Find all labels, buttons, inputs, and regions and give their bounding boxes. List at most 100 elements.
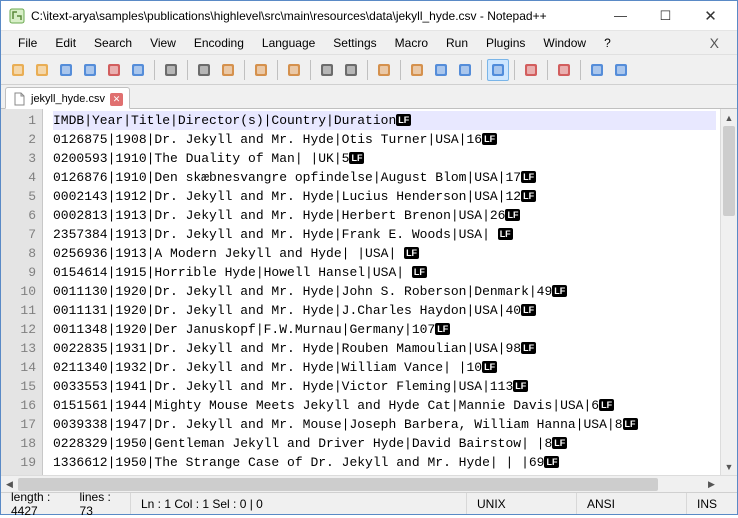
lf-marker: LF [521,304,536,316]
lf-marker: LF [412,266,427,278]
close-button[interactable]: ✕ [688,2,733,30]
close-icon2[interactable] [103,59,125,81]
window-controls: ― ☐ ✕ [598,2,733,30]
toolbar-separator [514,60,515,80]
toolbar-separator [277,60,278,80]
code-line[interactable]: 2357384|1913|Dr. Jekyll and Mr. Hyde|Fra… [53,225,716,244]
menu-macro[interactable]: Macro [386,33,437,53]
menu-run[interactable]: Run [437,33,477,53]
lf-marker: LF [552,437,567,449]
title-bar: C:\itext-arya\samples\publications\highl… [1,1,737,31]
status-overwrite: INS [687,493,737,514]
scroll-corner [720,476,737,493]
code-line[interactable]: 0022835|1931|Dr. Jekyll and Mr. Hyde|Rou… [53,339,716,358]
indent-guide-icon[interactable] [487,59,509,81]
menu-help[interactable]: ? [595,33,620,53]
menu-settings[interactable]: Settings [324,33,385,53]
lf-marker: LF [521,190,536,202]
code-line[interactable]: 0039338|1947|Dr. Jekyll and Mr. Mouse|Jo… [53,415,716,434]
code-line[interactable]: 0211340|1932|Dr. Jekyll and Mr. Hyde|Wil… [53,358,716,377]
status-eol: UNIX [467,493,577,514]
app-icon [9,8,25,24]
open-icon[interactable] [31,59,53,81]
window-title: C:\itext-arya\samples\publications\highl… [31,9,598,23]
lf-marker: LF [623,418,638,430]
code-line[interactable]: 0126875|1908|Dr. Jekyll and Mr. Hyde|Oti… [53,130,716,149]
menu-view[interactable]: View [141,33,185,53]
code-line[interactable]: 0033553|1941|Dr. Jekyll and Mr. Hyde|Vic… [53,377,716,396]
spacer[interactable] [160,59,182,81]
toolbar-separator [310,60,311,80]
menu-encoding[interactable]: Encoding [185,33,253,53]
menu-close-doc[interactable]: X [700,32,729,54]
menu-file[interactable]: File [9,33,46,53]
toolbar-separator [154,60,155,80]
lf-marker: LF [482,361,497,373]
menu-plugins[interactable]: Plugins [477,33,534,53]
copy-icon[interactable] [193,59,215,81]
horizontal-scrollbar[interactable]: ◀ ▶ [1,475,737,492]
code-area[interactable]: IMDB|Year|Title|Director(s)|Country|Dura… [43,109,720,475]
scroll-right-icon[interactable]: ▶ [703,476,720,493]
lf-marker: LF [552,285,567,297]
code-line[interactable]: 1336612|1950|The Strange Case of Dr. Jek… [53,453,716,472]
code-line[interactable]: 0002143|1912|Dr. Jekyll and Mr. Hyde|Luc… [53,187,716,206]
hscroll-track[interactable] [18,478,703,491]
paste-icon[interactable] [217,59,239,81]
folder-icon[interactable] [553,59,575,81]
menu-language[interactable]: Language [253,33,324,53]
tab-bar: jekyll_hyde.csv ✕ [1,85,737,109]
menu-edit[interactable]: Edit [46,33,85,53]
save-all-icon[interactable] [79,59,101,81]
close-all-icon[interactable] [127,59,149,81]
toolbar-separator [547,60,548,80]
hscroll-thumb[interactable] [18,478,658,491]
play-icon[interactable] [610,59,632,81]
minimize-button[interactable]: ― [598,2,643,30]
doc-map-icon[interactable] [520,59,542,81]
zoom-out-icon[interactable] [373,59,395,81]
code-line[interactable]: 0228329|1950|Gentleman Jekyll and Driver… [53,434,716,453]
save-icon[interactable] [55,59,77,81]
code-line[interactable]: 0011131|1920|Dr. Jekyll and Mr. Hyde|J.C… [53,301,716,320]
spacer[interactable] [283,59,305,81]
undo-icon[interactable] [250,59,272,81]
lf-marker: LF [521,171,536,183]
toolbar-separator [580,60,581,80]
code-line[interactable]: 0126876|1910|Den skæbnesvangre opfindels… [53,168,716,187]
vertical-scrollbar[interactable]: ▲ ▼ [720,109,737,475]
status-cursor: Ln : 1 Col : 1 Sel : 0 | 0 [131,493,467,514]
spacer[interactable] [340,59,362,81]
code-line[interactable]: IMDB|Year|Title|Director(s)|Country|Dura… [53,111,716,130]
scroll-thumb[interactable] [723,126,735,216]
tab-label: jekyll_hyde.csv [31,93,105,105]
replace-icon[interactable] [316,59,338,81]
lf-marker: LF [505,209,520,221]
toolbar-separator [187,60,188,80]
toolbar-separator [400,60,401,80]
code-line[interactable]: 0256936|1913|A Modern Jekyll and Hyde| |… [53,244,716,263]
lf-marker: LF [396,114,411,126]
sync-h-icon[interactable] [430,59,452,81]
menu-bar: File Edit Search View Encoding Language … [1,31,737,55]
code-line[interactable]: 0151561|1944|Mighty Mouse Meets Jekyll a… [53,396,716,415]
maximize-button[interactable]: ☐ [643,2,688,30]
record-icon[interactable] [586,59,608,81]
toolbar-separator [367,60,368,80]
tab-file[interactable]: jekyll_hyde.csv ✕ [5,87,130,109]
scroll-up-icon[interactable]: ▲ [721,109,737,126]
scroll-track[interactable] [721,126,737,458]
new-file-icon[interactable] [7,59,29,81]
tab-close-icon[interactable]: ✕ [110,93,123,106]
sync-v-icon[interactable] [406,59,428,81]
menu-search[interactable]: Search [85,33,141,53]
code-line[interactable]: 0002813|1913|Dr. Jekyll and Mr. Hyde|Her… [53,206,716,225]
wrap-icon[interactable] [454,59,476,81]
lf-marker: LF [521,342,536,354]
scroll-down-icon[interactable]: ▼ [721,458,737,475]
code-line[interactable]: 0200593|1910|The Duality of Man| |UK|5LF [53,149,716,168]
menu-window[interactable]: Window [534,33,595,53]
code-line[interactable]: 0154614|1915|Horrible Hyde|Howell Hansel… [53,263,716,282]
code-line[interactable]: 0011348|1920|Der Januskopf|F.W.Murnau|Ge… [53,320,716,339]
code-line[interactable]: 0011130|1920|Dr. Jekyll and Mr. Hyde|Joh… [53,282,716,301]
